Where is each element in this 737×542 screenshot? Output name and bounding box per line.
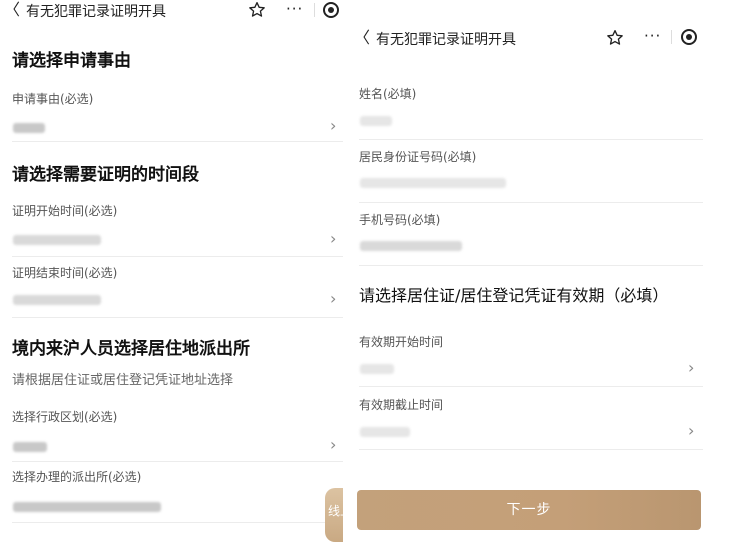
- more-options-icon[interactable]: ···: [286, 0, 303, 18]
- divider: [12, 256, 343, 257]
- page-title: 有无犯罪记录证明开具: [376, 32, 516, 48]
- validity-start-value-blurred: [360, 364, 394, 374]
- right-nav-bar: 〈 有无犯罪记录证明开具 ···: [343, 18, 737, 62]
- page-title: 有无犯罪记录证明开具: [26, 4, 166, 20]
- section-title-station: 境内来沪人员选择居住地派出所: [12, 339, 250, 359]
- validity-start-label: 有效期开始时间: [359, 335, 444, 349]
- section-title-period: 请选择需要证明的时间段: [12, 165, 199, 185]
- star-outline-icon[interactable]: [247, 0, 267, 20]
- chevron-right-icon: ›: [330, 116, 337, 135]
- divider: [359, 202, 703, 203]
- name-label: 姓名(必填): [359, 87, 417, 101]
- divider: [359, 449, 703, 450]
- divider: [12, 317, 343, 318]
- divider: [359, 265, 703, 266]
- id-number-value-blurred: [360, 178, 506, 188]
- capsule-divider: [314, 3, 315, 17]
- reason-field-label: 申请事由(必选): [12, 92, 94, 106]
- left-phone-screen: 〈 有无犯罪记录证明开具 ··· 请选择申请事由 申请事由(必选) › 请选择需…: [0, 0, 343, 542]
- validity-end-value-blurred: [360, 427, 410, 437]
- end-time-value-blurred: [13, 295, 101, 305]
- online-side-tab[interactable]: 线上: [325, 488, 343, 542]
- section-title-validity: 请选择居住证/居住登记凭证有效期（必填）: [359, 286, 669, 305]
- section-title-reason: 请选择申请事由: [12, 51, 131, 71]
- divider: [12, 522, 343, 523]
- back-arrow-icon[interactable]: 〈: [354, 30, 370, 46]
- capsule-divider: [671, 30, 672, 44]
- name-value-blurred: [360, 116, 392, 126]
- reason-value-blurred: [13, 123, 45, 133]
- chevron-right-icon: ›: [330, 289, 337, 308]
- chevron-right-icon: ›: [330, 229, 337, 248]
- target-icon[interactable]: [323, 2, 339, 18]
- station-value-blurred: [13, 502, 161, 512]
- validity-end-label: 有效期截止时间: [359, 398, 444, 412]
- left-nav-bar: 〈 有无犯罪记录证明开具 ···: [0, 0, 343, 22]
- start-time-value-blurred: [13, 235, 101, 245]
- target-icon[interactable]: [681, 29, 697, 45]
- divider: [359, 386, 703, 387]
- right-phone-screen: 〈 有无犯罪记录证明开具 ··· 姓名(必填) 居民身份证号码(必填) 手机号码…: [343, 18, 737, 542]
- start-time-label: 证明开始时间(必选): [12, 204, 118, 218]
- chevron-right-icon: ›: [688, 358, 695, 377]
- divider: [359, 139, 703, 140]
- divider: [12, 461, 343, 462]
- chevron-right-icon: ›: [330, 435, 337, 454]
- more-options-icon[interactable]: ···: [644, 27, 661, 45]
- end-time-label: 证明结束时间(必选): [12, 266, 118, 280]
- star-outline-icon[interactable]: [605, 28, 625, 48]
- chevron-right-icon: ›: [688, 421, 695, 440]
- phone-label: 手机号码(必填): [359, 213, 441, 227]
- id-number-label: 居民身份证号码(必填): [359, 150, 477, 164]
- station-label: 选择办理的派出所(必选): [12, 470, 142, 484]
- back-arrow-icon[interactable]: 〈: [4, 2, 20, 18]
- station-hint: 请根据居住证或居住登记凭证地址选择: [12, 373, 234, 388]
- phone-value-blurred: [360, 241, 462, 251]
- district-value-blurred: [13, 442, 47, 452]
- divider: [12, 141, 343, 142]
- district-label: 选择行政区划(必选): [12, 410, 118, 424]
- next-step-button[interactable]: 下一步: [357, 490, 701, 530]
